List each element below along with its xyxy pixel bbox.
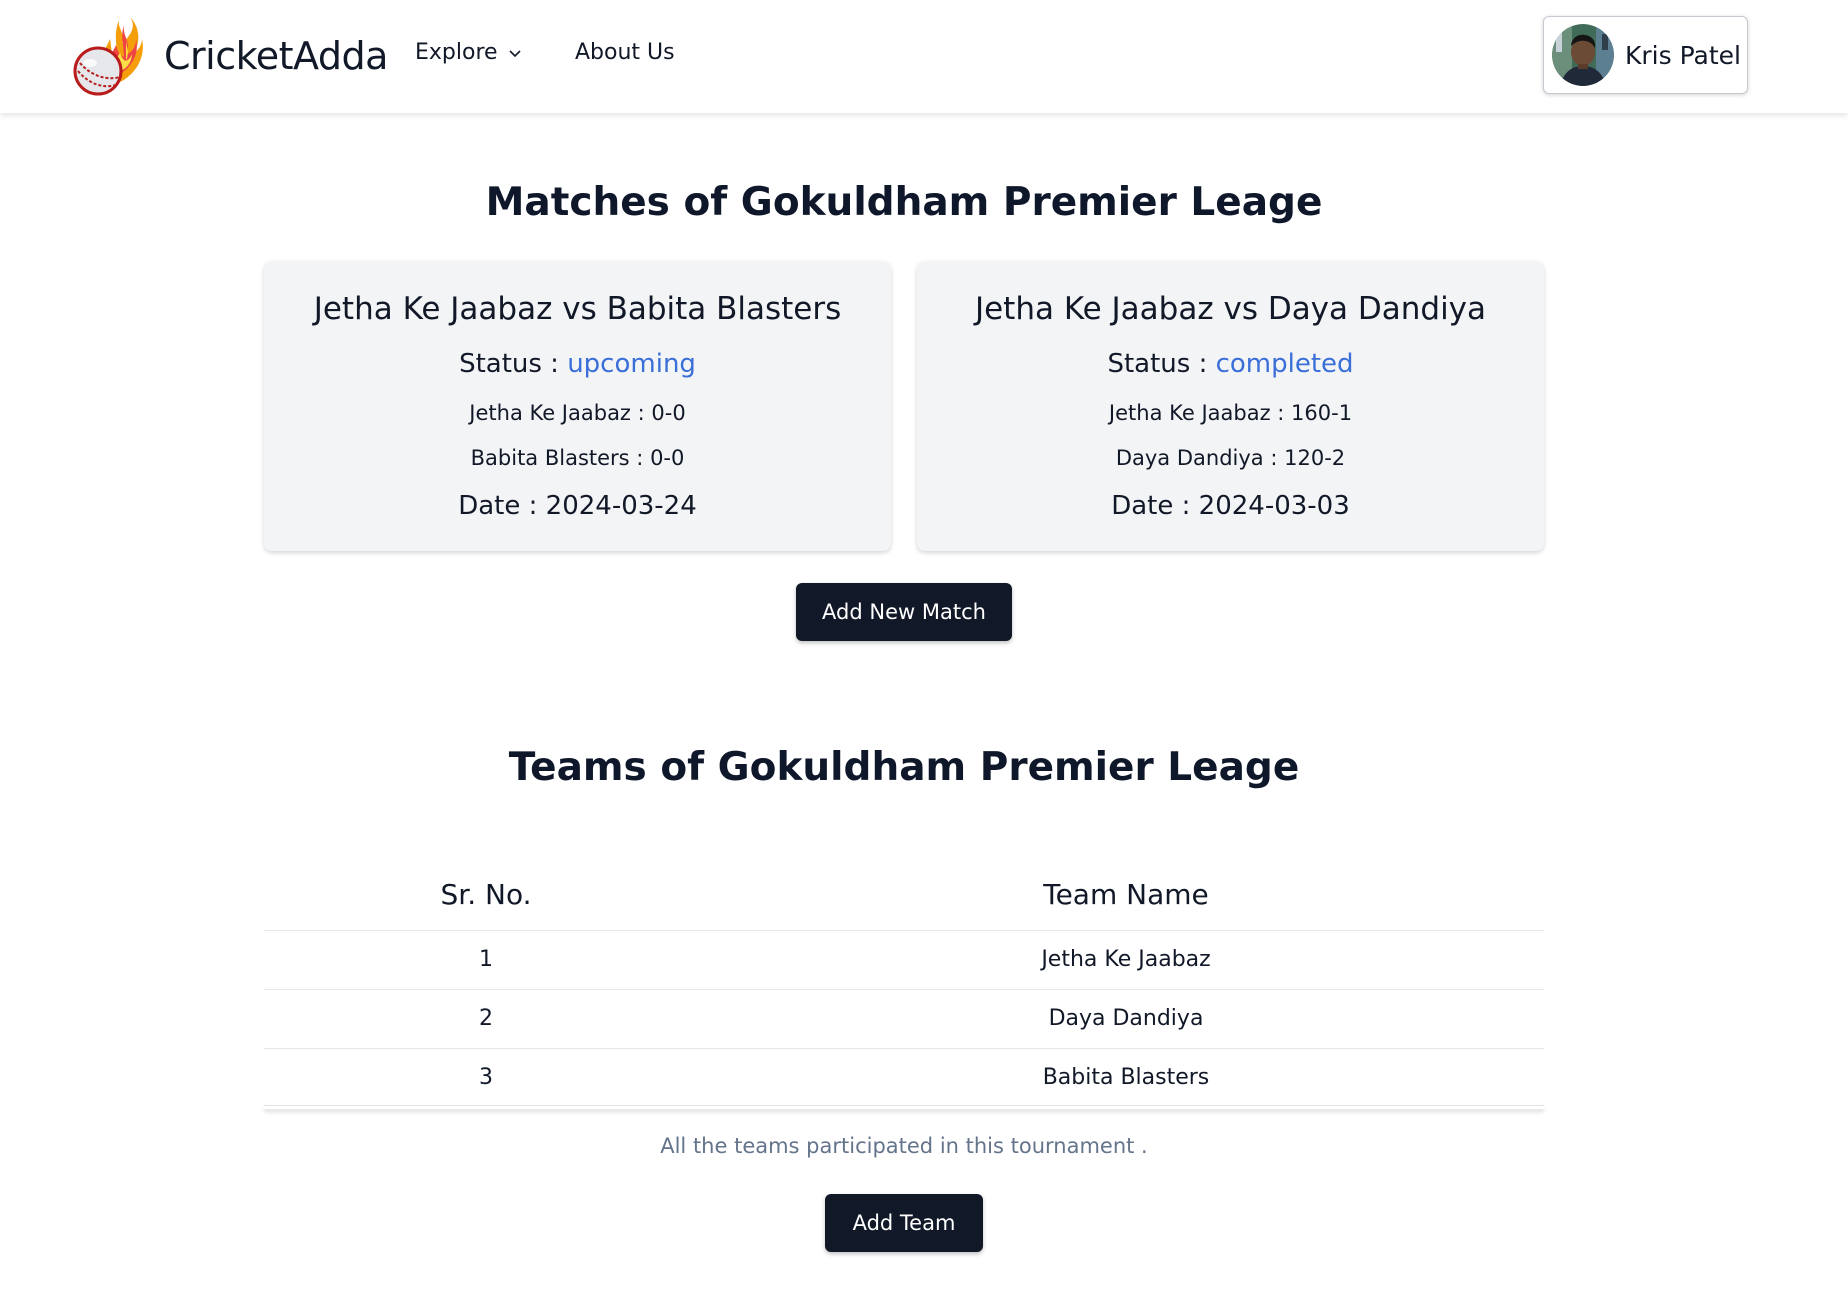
team-name-cell: Daya Dandiya [708,989,1544,1049]
team-name-cell: Babita Blasters [1042,1065,1210,1091]
flaming-cricket-ball-icon [73,15,143,96]
navbar: CricketAdda Explore About Us Kris Patel [0,0,1848,113]
table-bottom-edge [264,1105,1544,1109]
table-row: 3 Babita Blasters [264,1048,1544,1107]
table-row: 1 Jetha Ke Jaabaz [264,930,1544,990]
matches-section-title: Matches of Gokuldham Premier Leage [485,180,1323,225]
match-title: Jetha Ke Jaabaz vs Babita Blasters [313,291,842,327]
table-row: 2 Daya Dandiya [264,989,1544,1049]
match-title: Jetha Ke Jaabaz vs Daya Dandiya [974,291,1487,327]
team-a-score: Jetha Ke Jaabaz : 0-0 [469,401,686,425]
team-b-name: Babita Blasters [470,446,630,470]
team-b-runs: 0-0 [650,446,685,470]
team-a-name: Jetha Ke Jaabaz [1108,401,1271,425]
date-value: 2024-03-24 [545,491,697,521]
team-a-name: Jetha Ke Jaabaz [469,401,631,425]
table-header-row: Sr. No. Team Name [264,860,1544,931]
status-value: upcoming [567,349,696,379]
avatar [1552,24,1614,86]
sr-no-cell: 1 [264,930,708,990]
nav-explore[interactable]: Explore [415,40,522,65]
team-b-name: Daya Dandiya [1115,446,1264,470]
add-team-button[interactable]: Add Team [825,1194,983,1252]
team-name-cell: Jetha Ke Jaabaz [708,930,1544,990]
status-label: Status : [459,349,559,379]
nav-explore-label: Explore [415,40,498,65]
teams-section-title: Teams of Gokuldham Premier Leage [508,745,1300,790]
brand[interactable]: CricketAdda [66,12,388,100]
match-date: Date : 2024-03-24 [264,491,891,521]
match-card[interactable]: Jetha Ke Jaabaz vs Daya Dandiya Status :… [917,261,1544,551]
column-header-sr-no: Sr. No. [264,860,708,931]
match-status: Status : upcoming [264,349,891,379]
user-menu-button[interactable]: Kris Patel [1543,16,1748,94]
team-b-score: Daya Dandiya : 120-2 [1115,446,1346,470]
team-b-runs: 120-2 [1284,446,1346,470]
user-name: Kris Patel [1625,40,1741,70]
chevron-down-icon [508,49,521,57]
date-label: Date : [458,491,538,521]
sr-no-cell: 3 [479,1065,493,1091]
add-new-match-button[interactable]: Add New Match [796,583,1012,641]
date-value: 2024-03-03 [1198,491,1350,521]
match-date: Date : 2024-03-03 [917,491,1544,521]
team-a-runs: 0-0 [651,401,686,425]
nav-about-label: About Us [575,40,675,65]
column-header-team-name: Team Name [708,860,1544,931]
team-a-score: Jetha Ke Jaabaz : 160-1 [1108,401,1353,425]
sr-no-cell: 2 [264,989,708,1049]
nav-about-us[interactable]: About Us [575,40,675,65]
match-card[interactable]: Jetha Ke Jaabaz vs Babita Blasters Statu… [264,261,891,551]
brand-name: CricketAdda [164,34,388,78]
teams-caption: All the teams participated in this tourn… [660,1134,1148,1158]
status-label: Status : [1107,349,1208,379]
match-status: Status : completed [917,349,1544,379]
team-a-runs: 160-1 [1291,401,1353,425]
teams-table: Sr. No. Team Name 1 Jetha Ke Jaabaz 2 Da… [264,860,1544,1107]
team-b-score: Babita Blasters : 0-0 [470,446,685,470]
date-label: Date : [1111,491,1191,521]
status-value: completed [1215,349,1354,379]
